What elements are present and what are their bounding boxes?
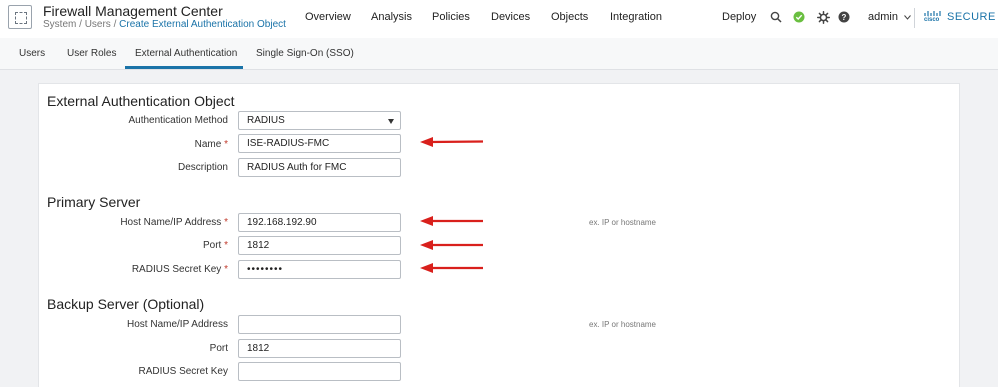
- tab-single-sign-on[interactable]: Single Sign-On (SSO): [256, 48, 354, 59]
- arrow-annotation-icon: [420, 216, 483, 226]
- breadcrumb-separator: /: [76, 19, 85, 30]
- active-tab-indicator: [125, 66, 243, 69]
- toolbar-divider: [914, 8, 915, 28]
- backup-host-input[interactable]: [238, 315, 401, 334]
- required-mark: *: [224, 217, 228, 228]
- app-title: Firewall Management Center: [43, 3, 223, 19]
- auth-method-select[interactable]: RADIUS: [238, 111, 401, 130]
- breadcrumb-users[interactable]: Users: [85, 19, 111, 30]
- name-input[interactable]: ISE-RADIUS-FMC: [238, 134, 401, 153]
- name-label: Name *: [195, 139, 228, 150]
- auth-method-label: Authentication Method: [128, 115, 228, 126]
- top-navigation-bar: Firewall Management Center System / User…: [0, 0, 998, 39]
- status-ok-icon[interactable]: [792, 10, 806, 24]
- nav-policies[interactable]: Policies: [432, 11, 470, 23]
- breadcrumb-separator: /: [110, 19, 120, 30]
- required-mark: *: [224, 240, 228, 251]
- user-name: admin: [868, 11, 898, 23]
- auth-method-value: RADIUS: [247, 115, 285, 126]
- primary-host-label-text: Host Name/IP Address: [120, 217, 222, 228]
- backup-port-input[interactable]: 1812: [238, 339, 401, 358]
- cisco-logo-icon: cisco SECURE: [922, 10, 995, 26]
- arrow-annotation-icon: [420, 263, 483, 273]
- search-icon[interactable]: [769, 10, 783, 24]
- required-mark: *: [224, 264, 228, 275]
- primary-port-label-text: Port: [202, 240, 222, 251]
- tab-user-roles[interactable]: User Roles: [67, 48, 116, 59]
- cisco-wordmark: cisco: [924, 17, 940, 23]
- breadcrumb-system[interactable]: System: [43, 19, 76, 30]
- breadcrumb: System / Users / Create External Authent…: [43, 19, 286, 30]
- chevron-down-icon: [904, 11, 911, 23]
- backup-host-label: Host Name/IP Address: [127, 319, 228, 330]
- nav-integration[interactable]: Integration: [610, 11, 662, 23]
- breadcrumb-current[interactable]: Create External Authentication Object: [119, 19, 286, 30]
- primary-secret-label-text: RADIUS Secret Key: [131, 264, 222, 275]
- fmc-logo-icon[interactable]: [8, 5, 32, 29]
- nav-analysis[interactable]: Analysis: [371, 11, 412, 23]
- gear-icon[interactable]: [816, 10, 830, 24]
- form-panel: [38, 83, 960, 387]
- section-title-backup-server: Backup Server (Optional): [47, 296, 205, 312]
- help-icon[interactable]: ?: [837, 10, 851, 24]
- chevron-down-icon: [388, 119, 394, 124]
- primary-secret-label: RADIUS Secret Key *: [132, 264, 228, 275]
- nav-objects[interactable]: Objects: [551, 11, 588, 23]
- primary-host-hint: ex. IP or hostname: [589, 218, 656, 227]
- tab-users[interactable]: Users: [19, 48, 45, 59]
- primary-host-input[interactable]: 192.168.192.90: [238, 213, 401, 232]
- deploy-button[interactable]: Deploy: [722, 11, 756, 23]
- primary-secret-input[interactable]: ••••••••: [238, 260, 401, 279]
- nav-overview[interactable]: Overview: [305, 11, 351, 23]
- brand-secure: SECURE: [947, 11, 996, 23]
- arrow-annotation-icon: [420, 137, 484, 147]
- user-menu[interactable]: admin: [868, 11, 911, 23]
- description-input[interactable]: RADIUS Auth for FMC: [238, 158, 401, 177]
- required-mark: *: [224, 139, 228, 150]
- primary-port-label: Port *: [203, 240, 228, 251]
- section-title-external-auth: External Authentication Object: [47, 93, 235, 109]
- section-title-primary-server: Primary Server: [47, 194, 141, 210]
- description-label: Description: [177, 162, 228, 173]
- backup-port-label: Port: [209, 343, 228, 354]
- tab-external-authentication[interactable]: External Authentication: [135, 48, 237, 59]
- name-label-text: Name: [194, 139, 222, 150]
- backup-secret-label: RADIUS Secret Key: [138, 366, 228, 377]
- svg-text:?: ?: [842, 13, 847, 22]
- nav-devices[interactable]: Devices: [491, 11, 530, 23]
- primary-host-label: Host Name/IP Address *: [120, 217, 228, 228]
- primary-port-input[interactable]: 1812: [238, 236, 401, 255]
- backup-host-hint: ex. IP or hostname: [589, 320, 656, 329]
- backup-secret-input[interactable]: [238, 362, 401, 381]
- arrow-annotation-icon: [420, 240, 483, 250]
